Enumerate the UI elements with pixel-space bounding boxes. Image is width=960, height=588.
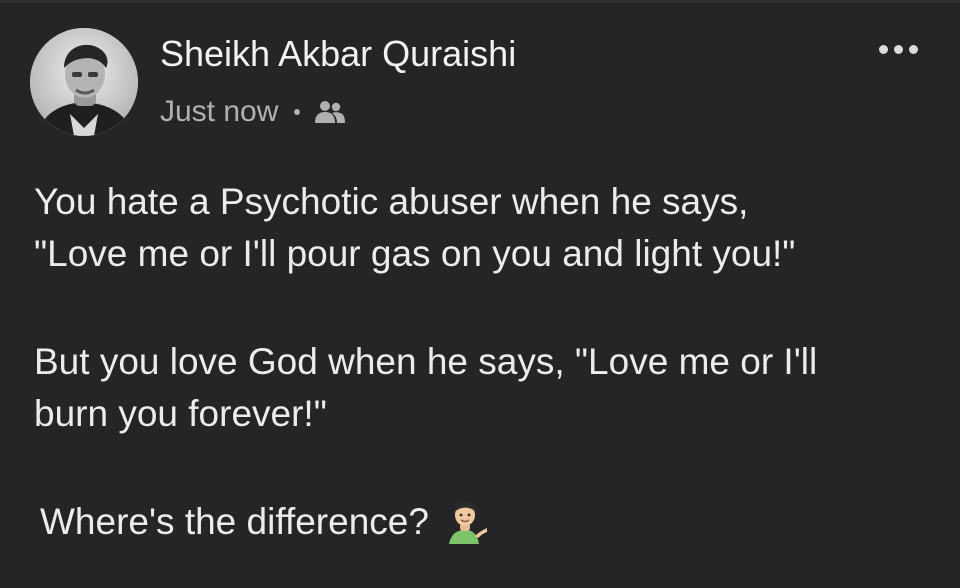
post-paragraph-1: You hate a Psychotic abuser when he says… — [34, 176, 944, 280]
post-timestamp[interactable]: Just now — [160, 95, 278, 129]
meta-separator — [294, 109, 301, 115]
post-text: You hate a Psychotic abuser when he says… — [34, 176, 944, 548]
friends-icon[interactable] — [314, 99, 346, 125]
more-options-button[interactable] — [866, 34, 930, 64]
author-name[interactable]: Sheikh Akbar Quraishi — [160, 32, 516, 76]
post-meta: Just now — [160, 92, 346, 132]
post-line: You hate a Psychotic abuser when he says… — [34, 181, 749, 222]
post-line: "Love me or I'll pour gas on you and lig… — [34, 233, 796, 274]
post-paragraph-3: Where's the difference? — [40, 496, 944, 548]
post-closing-line: Where's the difference? — [40, 501, 429, 542]
post-card: Sheikh Akbar Quraishi Just now You hate … — [0, 0, 960, 588]
post-paragraph-2: But you love God when he says, "Love me … — [34, 336, 944, 440]
post-line: But you love God when he says, "Love me … — [34, 341, 818, 382]
more-options-icon — [878, 44, 888, 54]
avatar-photo — [30, 28, 138, 136]
post-line: burn you forever!" — [34, 393, 327, 434]
avatar[interactable] — [30, 28, 138, 136]
person-tipping-hand-emoji — [441, 498, 489, 546]
